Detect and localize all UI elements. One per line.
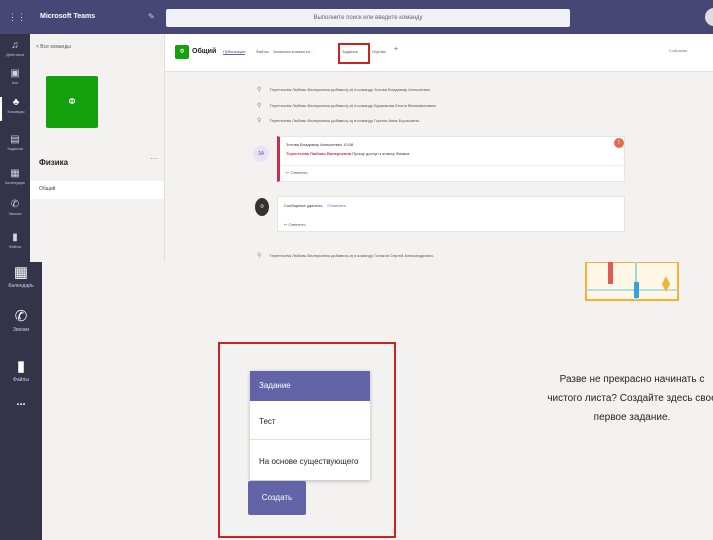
chat-icon: ▣ bbox=[10, 68, 20, 79]
rail-item-assignments[interactable]: ▤ Задания bbox=[0, 134, 30, 158]
all-teams-link[interactable]: < Все команды bbox=[36, 44, 71, 50]
search-input[interactable]: Выполните поиск или введите команду bbox=[166, 9, 570, 27]
teams-icon: ♣ bbox=[12, 97, 20, 108]
reply-button[interactable]: ↩ Ответить bbox=[286, 170, 308, 175]
channel-content: Ф Общий Публикации Файлы Записная книжка… bbox=[165, 34, 713, 262]
important-icon: ! bbox=[614, 138, 624, 148]
app-launcher-icon[interactable]: ⋮⋮ bbox=[8, 12, 26, 22]
rail-item-teams[interactable]: ♣ Команды bbox=[0, 97, 30, 121]
system-message: ⚲ Терентьева Любовь Валерьевна добавил(-а… bbox=[257, 103, 437, 109]
more-options-icon[interactable]: ··· bbox=[150, 154, 158, 163]
member-added-icon: ⚲ bbox=[257, 118, 262, 124]
title-bar: ⋮⋮ Microsoft Teams ✎ Выполните поиск или… bbox=[0, 0, 713, 34]
calendar-icon: ▦ bbox=[13, 264, 29, 281]
system-message: ⚲ Терентьева Любовь Валерьевна добавил(-а… bbox=[257, 87, 432, 93]
empty-state-message: Разве не прекрасно начинать с чистого ли… bbox=[547, 374, 713, 423]
post-author: Зотова Владимир Алексеевич 10:08 bbox=[286, 142, 354, 147]
side-panel bbox=[42, 262, 238, 540]
avatar[interactable] bbox=[705, 8, 713, 26]
menu-item-from-existing[interactable]: На основе существующего bbox=[250, 447, 370, 477]
post-body: Терентьева Любовь Валерьевна Прошу досту… bbox=[286, 151, 410, 156]
file-icon: ▮ bbox=[16, 358, 26, 375]
rail-item-calls[interactable]: ✆ Звонки bbox=[0, 308, 42, 334]
rail-item-calendar[interactable]: ▦ Календарь bbox=[0, 264, 42, 290]
tab-grades[interactable]: Оценки bbox=[372, 49, 386, 54]
member-added-icon: ⚲ bbox=[257, 87, 262, 93]
channel-header: Ф Общий Публикации Файлы Записная книжка… bbox=[165, 34, 713, 72]
divider bbox=[250, 439, 370, 440]
team-name[interactable]: Физика bbox=[39, 158, 68, 167]
avatar[interactable]: ЗА bbox=[253, 146, 269, 162]
mention[interactable]: Терентьева Любовь Валерьевна bbox=[286, 151, 351, 156]
file-icon: ▮ bbox=[12, 232, 18, 243]
notebook-illustration bbox=[585, 262, 679, 301]
teams-panel: < Все команды Ф Физика ··· Общий bbox=[30, 34, 165, 262]
phone-icon: ✆ bbox=[14, 308, 28, 325]
meeting-button[interactable]: Собрание bbox=[669, 48, 688, 53]
rail-item-activity[interactable]: ♫ Действия bbox=[0, 40, 30, 64]
phone-icon: ✆ bbox=[10, 199, 20, 210]
create-button[interactable]: Создать bbox=[248, 481, 306, 515]
channel-badge: Ф bbox=[175, 45, 189, 59]
reply-button[interactable]: ↩ Ответить bbox=[284, 222, 306, 227]
menu-item-assignment[interactable]: Задание bbox=[250, 371, 370, 401]
rail-item-calls[interactable]: ✆ Звонки bbox=[0, 199, 30, 223]
member-added-icon: ⚲ bbox=[257, 253, 262, 259]
system-message: ⚲ Терентьева Любовь Валерьевна добавил(-а… bbox=[257, 253, 435, 259]
rail-item-calendar[interactable]: ▦ Календарь bbox=[0, 168, 30, 192]
assignments-icon: ▤ bbox=[10, 134, 20, 145]
deleted-message-text: Сообщение удалено. Отменить bbox=[284, 203, 346, 208]
team-tile[interactable]: Ф bbox=[46, 76, 98, 128]
rail-item-files[interactable]: ▮ Файлы bbox=[0, 358, 42, 384]
app-name: Microsoft Teams bbox=[40, 13, 96, 20]
message-post: Зотова Владимир Алексеевич 10:08 Теренть… bbox=[277, 136, 625, 182]
avatar[interactable]: Ф bbox=[255, 198, 269, 216]
more-apps-button[interactable]: ... bbox=[0, 396, 42, 408]
create-dropdown-menu: Задание Тест На основе существующего bbox=[250, 371, 370, 480]
channel-item-general[interactable]: Общий bbox=[30, 181, 164, 199]
undo-link[interactable]: Отменить bbox=[327, 203, 345, 208]
channel-title: Общий bbox=[192, 48, 217, 55]
tab-files[interactable]: Файлы bbox=[256, 49, 269, 54]
menu-item-quiz[interactable]: Тест bbox=[250, 407, 370, 437]
app-rail: ▦ Календарь ✆ Звонки ▮ Файлы ... bbox=[0, 262, 42, 540]
assignments-tab-highlight bbox=[338, 43, 370, 64]
add-tab-button[interactable]: + bbox=[394, 46, 398, 53]
system-message: ⚲ Терентьева Любовь Валерьевна добавил(-а… bbox=[257, 118, 420, 124]
tab-posts[interactable]: Публикации bbox=[223, 49, 246, 55]
calendar-icon: ▦ bbox=[10, 168, 20, 179]
tab-class-notebook[interactable]: Записная книжка кл... bbox=[273, 49, 313, 54]
teams-channel-screenshot: ⋮⋮ Microsoft Teams ✎ Выполните поиск или… bbox=[0, 0, 713, 262]
compose-icon[interactable]: ✎ bbox=[148, 12, 155, 21]
deleted-message-post: Сообщение удалено. Отменить ↩ Ответить bbox=[277, 196, 625, 232]
member-added-icon: ⚲ bbox=[257, 103, 262, 109]
bell-icon: ♫ bbox=[11, 40, 19, 51]
divider bbox=[280, 165, 625, 166]
rail-item-files[interactable]: ▮ Файлы bbox=[0, 232, 30, 256]
rail-item-chat[interactable]: ▣ Чат bbox=[0, 68, 30, 92]
app-rail: ♫ Действия ▣ Чат ♣ Команды ▤ Задания ▦ К… bbox=[0, 34, 30, 262]
